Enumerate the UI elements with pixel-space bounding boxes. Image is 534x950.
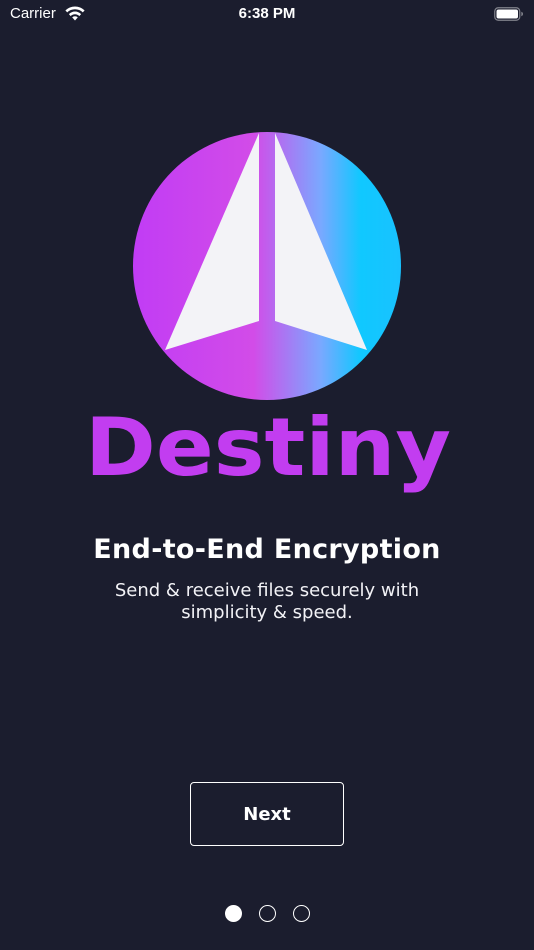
brand-name: Destiny [85, 401, 451, 494]
onboarding-screen: Carrier 6:38 PM Destiny End-to-End Encry… [0, 0, 534, 950]
battery-icon [494, 7, 523, 21]
next-button[interactable]: Next [190, 782, 344, 846]
destiny-logo-icon [133, 132, 401, 400]
page-indicator [0, 905, 534, 922]
clock-label: 6:38 PM [238, 5, 296, 22]
page-dot-1[interactable] [224, 905, 242, 922]
page-subtitle: Send & receive files securely with simpl… [114, 580, 420, 623]
page-title: End-to-End Encryption [93, 534, 441, 565]
page-dot-3[interactable] [292, 905, 310, 922]
status-bar: Carrier 6:38 PM [0, 0, 534, 28]
destiny-wordmark: Destiny [85, 401, 451, 494]
page-dot-2[interactable] [258, 905, 276, 922]
